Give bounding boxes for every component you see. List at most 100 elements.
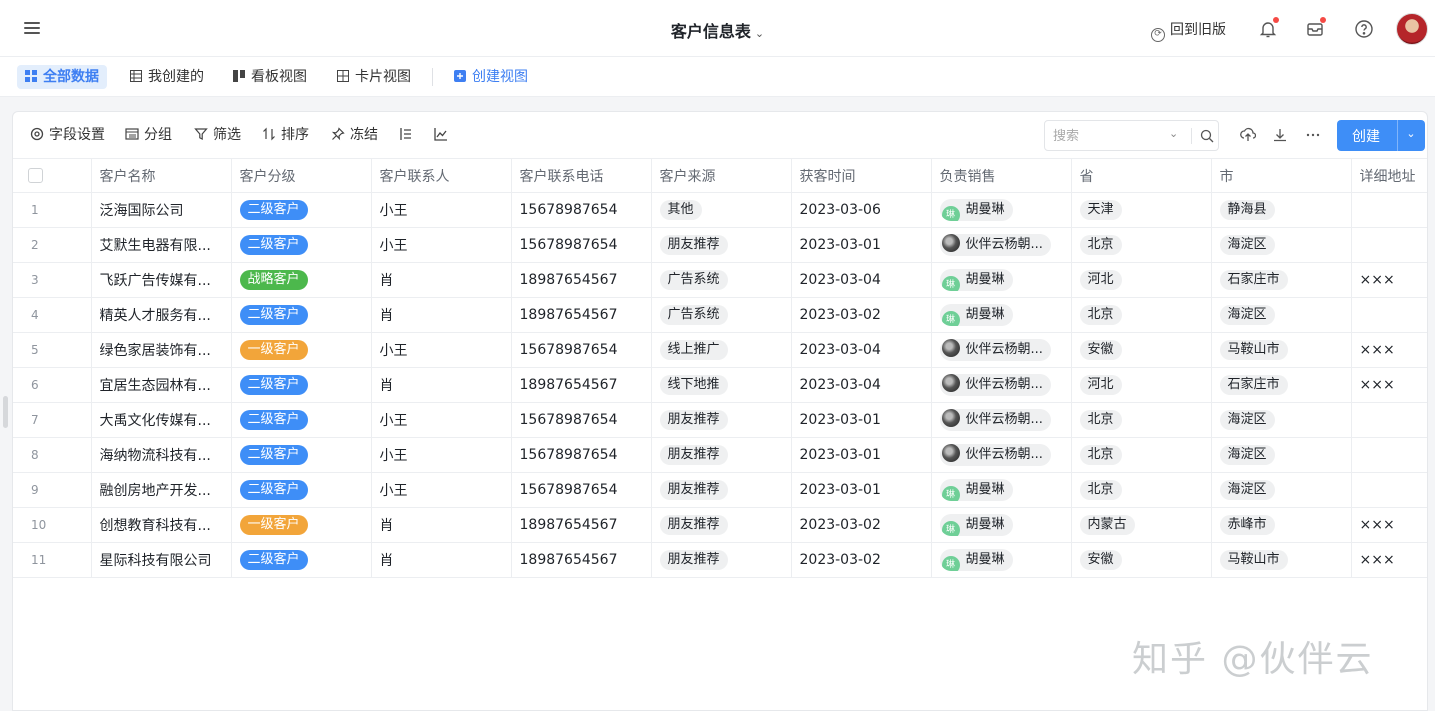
cell-phone[interactable]: 15678987654 [511, 227, 652, 263]
page-title[interactable]: 客户信息表 [671, 22, 751, 41]
sort-button[interactable]: 排序 [262, 125, 309, 145]
cell-source[interactable]: 广告系统 [651, 262, 792, 298]
cell-customer-name[interactable]: 大禹文化传媒有... [91, 402, 232, 438]
cell-province[interactable]: 安徽 [1071, 542, 1212, 578]
cell-contact[interactable]: 小王 [371, 402, 512, 438]
table-row[interactable]: 4 精英人才服务有... 二级客户 肖 18987654567 广告系统 2023-03-0… [13, 297, 1427, 333]
row-index[interactable]: 11 [13, 542, 92, 578]
cell-city[interactable]: 海淀区 [1211, 472, 1352, 508]
more-icon[interactable] [1305, 127, 1321, 143]
cell-contact[interactable]: 小王 [371, 332, 512, 368]
row-height-button[interactable] [399, 125, 418, 145]
cell-customer-name[interactable]: 绿色家居装饰有... [91, 332, 232, 368]
cell-customer-name[interactable]: 艾默生电器有限... [91, 227, 232, 263]
cell-date[interactable]: 2023-03-01 [791, 437, 932, 473]
cell-city[interactable]: 石家庄市 [1211, 262, 1352, 298]
row-index[interactable]: 1 [13, 192, 92, 228]
cell-customer-level[interactable]: 二级客户 [231, 437, 372, 473]
cell-source[interactable]: 朋友推荐 [651, 227, 792, 263]
create-view-button[interactable]: 创建视图 [446, 65, 536, 89]
cell-address[interactable]: ××× [1351, 542, 1427, 578]
column-header[interactable]: 客户联系电话 [511, 158, 652, 193]
cell-province[interactable]: 天津 [1071, 192, 1212, 228]
cell-customer-level[interactable]: 二级客户 [231, 367, 372, 403]
column-header[interactable]: 客户分级 [231, 158, 372, 193]
cell-customer-level[interactable]: 二级客户 [231, 297, 372, 333]
cell-customer-level[interactable]: 战略客户 [231, 262, 372, 298]
column-header[interactable]: 获客时间 [791, 158, 932, 193]
cell-address[interactable]: ××× [1351, 507, 1427, 543]
column-header[interactable]: 客户来源 [651, 158, 792, 193]
column-header[interactable]: 负责销售 [931, 158, 1072, 193]
cell-address[interactable]: ××× [1351, 332, 1427, 368]
cell-province[interactable]: 河北 [1071, 262, 1212, 298]
cell-city[interactable]: 海淀区 [1211, 227, 1352, 263]
cell-phone[interactable]: 15678987654 [511, 437, 652, 473]
cell-phone[interactable]: 18987654567 [511, 367, 652, 403]
cell-customer-name[interactable]: 星际科技有限公司 [91, 542, 232, 578]
table-row[interactable]: 10 创想教育科技有... 一级客户 肖 18987654567 朋友推荐 2023-03-… [13, 507, 1427, 543]
cell-sales[interactable]: 伙伴云杨朝... [931, 437, 1072, 473]
cell-province[interactable]: 河北 [1071, 367, 1212, 403]
cell-contact[interactable]: 肖 [371, 507, 512, 543]
cell-source[interactable]: 朋友推荐 [651, 472, 792, 508]
download-icon[interactable] [1272, 127, 1288, 143]
cell-source[interactable]: 朋友推荐 [651, 437, 792, 473]
chevron-down-icon[interactable]: ⌄ [755, 27, 764, 40]
cell-contact[interactable]: 肖 [371, 542, 512, 578]
cell-customer-name[interactable]: 精英人才服务有... [91, 297, 232, 333]
cell-contact[interactable]: 肖 [371, 297, 512, 333]
cell-customer-name[interactable]: 宜居生态园林有... [91, 367, 232, 403]
chevron-down-icon[interactable]: ⌄ [1400, 127, 1422, 140]
table-row[interactable]: 9 融创房地产开发... 二级客户 小王 15678987654 朋友推荐 2023-03-… [13, 472, 1427, 508]
cell-date[interactable]: 2023-03-06 [791, 192, 932, 228]
cell-contact[interactable]: 小王 [371, 437, 512, 473]
cell-phone[interactable]: 15678987654 [511, 402, 652, 438]
cell-customer-level[interactable]: 二级客户 [231, 402, 372, 438]
row-index[interactable]: 5 [13, 332, 92, 368]
bell-icon[interactable] [1258, 17, 1279, 39]
search-box[interactable]: ⌄ [1044, 120, 1219, 151]
column-header[interactable]: 省 [1071, 158, 1212, 193]
chart-button[interactable] [434, 125, 453, 145]
cell-customer-level[interactable]: 二级客户 [231, 472, 372, 508]
cell-phone[interactable]: 18987654567 [511, 507, 652, 543]
cell-customer-name[interactable]: 泛海国际公司 [91, 192, 232, 228]
cell-date[interactable]: 2023-03-04 [791, 262, 932, 298]
group-button[interactable]: 分组 [125, 125, 172, 145]
cell-city[interactable]: 马鞍山市 [1211, 542, 1352, 578]
cell-customer-name[interactable]: 飞跃广告传媒有... [91, 262, 232, 298]
row-index[interactable]: 8 [13, 437, 92, 473]
table-row[interactable]: 3 飞跃广告传媒有... 战略客户 肖 18987654567 广告系统 2023-03-0… [13, 262, 1427, 298]
cell-sales[interactable]: 琳胡曼琳 [931, 297, 1072, 333]
row-index[interactable]: 2 [13, 227, 92, 263]
cell-sales[interactable]: 伙伴云杨朝... [931, 227, 1072, 263]
cell-date[interactable]: 2023-03-01 [791, 472, 932, 508]
cell-province[interactable]: 北京 [1071, 472, 1212, 508]
cell-date[interactable]: 2023-03-01 [791, 402, 932, 438]
help-icon[interactable] [1354, 19, 1374, 39]
cell-phone[interactable]: 15678987654 [511, 332, 652, 368]
cell-source[interactable]: 朋友推荐 [651, 542, 792, 578]
cell-customer-name[interactable]: 海纳物流科技有... [91, 437, 232, 473]
table-row[interactable]: 11 星际科技有限公司 二级客户 肖 18987654567 朋友推荐 2023-03-02… [13, 542, 1427, 578]
cell-contact[interactable]: 小王 [371, 227, 512, 263]
search-input[interactable] [1053, 127, 1163, 145]
select-all-checkbox[interactable] [28, 168, 43, 183]
column-header[interactable]: 客户名称 [91, 158, 232, 193]
cell-contact[interactable]: 小王 [371, 192, 512, 228]
cell-sales[interactable]: 琳胡曼琳 [931, 192, 1072, 228]
cell-sales[interactable]: 琳胡曼琳 [931, 542, 1072, 578]
cell-address[interactable]: ××× [1351, 367, 1427, 403]
cell-province[interactable]: 北京 [1071, 297, 1212, 333]
cell-address[interactable] [1351, 227, 1427, 263]
cell-date[interactable]: 2023-03-02 [791, 297, 932, 333]
cell-sales[interactable]: 琳胡曼琳 [931, 262, 1072, 298]
row-index[interactable]: 10 [13, 507, 92, 543]
cell-customer-level[interactable]: 二级客户 [231, 227, 372, 263]
cell-city[interactable]: 静海县 [1211, 192, 1352, 228]
table-row[interactable]: 1 泛海国际公司 二级客户 小王 15678987654 其他 2023-03-06 琳胡曼琳… [13, 192, 1427, 228]
cell-sales[interactable]: 伙伴云杨朝... [931, 332, 1072, 368]
table-row[interactable]: 8 海纳物流科技有... 二级客户 小王 15678987654 朋友推荐 2023-03-… [13, 437, 1427, 473]
cell-source[interactable]: 朋友推荐 [651, 507, 792, 543]
